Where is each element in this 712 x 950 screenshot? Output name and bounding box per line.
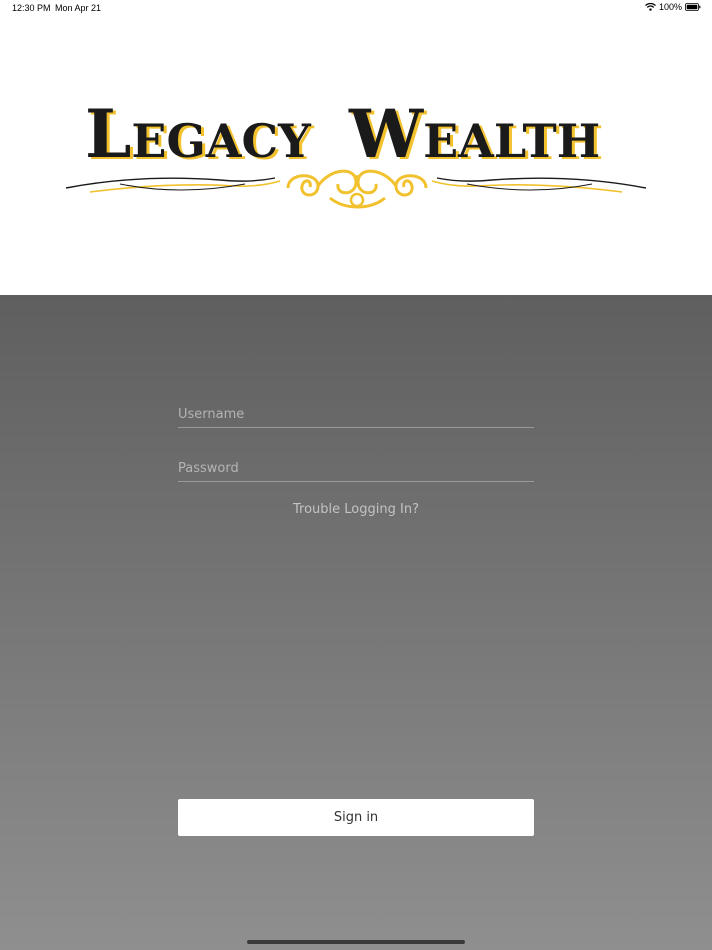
logo-text-1: Legacy [85,95,312,173]
username-field [178,401,534,428]
flourish-ornament [65,169,647,209]
status-time: 12:30 PM [12,3,51,13]
login-area: Trouble Logging In? Sign in [0,295,712,950]
wifi-icon [645,3,656,11]
status-right: 100% [645,2,701,12]
sign-in-button[interactable]: Sign in [178,799,534,836]
password-field [178,455,534,482]
status-bar: 12:30 PM Mon Apr 21 100% [0,0,712,18]
logo-text-2: Wealth [348,95,600,173]
home-indicator[interactable] [247,940,465,944]
legacy-wealth-logo: Legacy Wealth Legacy Wealth [65,95,647,209]
trouble-logging-in-link[interactable]: Trouble Logging In? [178,502,534,517]
header: 12:30 PM Mon Apr 21 100% Legacy Wealth L… [0,0,712,295]
status-date: Mon Apr 21 [55,3,102,13]
password-input[interactable] [178,455,534,481]
username-input[interactable] [178,401,534,427]
battery-icon [685,3,701,11]
battery-percent: 100% [658,2,682,12]
